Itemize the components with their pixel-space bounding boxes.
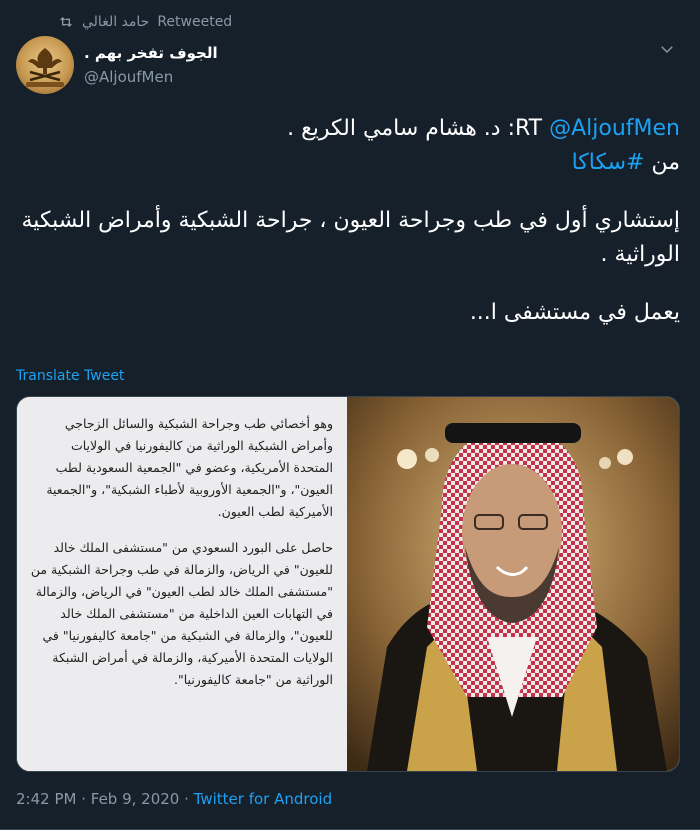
tweet-paragraph-3: يعمل في مستشفى ا... bbox=[469, 300, 680, 325]
tweet-author: الجوف تفخر بهم . @AljoufMen bbox=[84, 44, 218, 86]
retweet-icon bbox=[60, 17, 72, 27]
meta-separator-2: · bbox=[179, 790, 194, 808]
media-photo bbox=[347, 397, 679, 771]
author-handle[interactable]: @AljoufMen bbox=[84, 68, 218, 86]
tweet-media[interactable]: وهو أخصائي طب وجراحة الشبكية والسائل الز… bbox=[16, 396, 680, 772]
meta-separator: · bbox=[76, 790, 91, 808]
hashtag-link[interactable]: #سكاكا bbox=[572, 150, 645, 175]
media-text-panel: وهو أخصائي طب وجراحة الشبكية والسائل الز… bbox=[17, 397, 347, 771]
tweet-time[interactable]: 2:42 PM bbox=[16, 790, 76, 808]
avatar-logo-icon bbox=[26, 48, 64, 87]
mention-link[interactable]: @AljoufMen bbox=[549, 116, 680, 141]
media-text-block-1: وهو أخصائي طب وجراحة الشبكية والسائل الز… bbox=[46, 416, 333, 519]
media-text-block-2: حاصل على البورد السعودي من "مستشفى الملك… bbox=[30, 540, 333, 687]
tweet-line-1: RT @AljoufMen: د. هشام سامي الكريع . من … bbox=[20, 112, 680, 180]
retweeted-label: Retweeted bbox=[157, 14, 233, 30]
tweet-meta: 2:42 PM · Feb 9, 2020 · Twitter for Andr… bbox=[16, 790, 332, 808]
retweet-header: حامد الغالي Retweeted bbox=[58, 14, 232, 30]
tweet-paragraph-2: إستشاري أول في طب وجراحة العيون ، جراحة … bbox=[21, 208, 680, 267]
tweet-line1-rest: : د. هشام سامي الكريع . bbox=[287, 116, 515, 141]
retweeter-name[interactable]: حامد الغالي bbox=[82, 14, 149, 30]
avatar[interactable] bbox=[16, 36, 74, 94]
author-name[interactable]: الجوف تفخر بهم . bbox=[84, 44, 218, 62]
portrait-image bbox=[347, 397, 679, 771]
rt-prefix: RT bbox=[514, 116, 543, 141]
chevron-down-icon[interactable] bbox=[658, 40, 676, 58]
tweet-source-link[interactable]: Twitter for Android bbox=[194, 790, 332, 808]
translate-tweet-link[interactable]: Translate Tweet bbox=[16, 368, 124, 384]
tweet-date[interactable]: Feb 9, 2020 bbox=[91, 790, 180, 808]
tweet-body: RT @AljoufMen: د. هشام سامي الكريع . من … bbox=[20, 112, 680, 354]
from-word: من bbox=[651, 150, 680, 175]
